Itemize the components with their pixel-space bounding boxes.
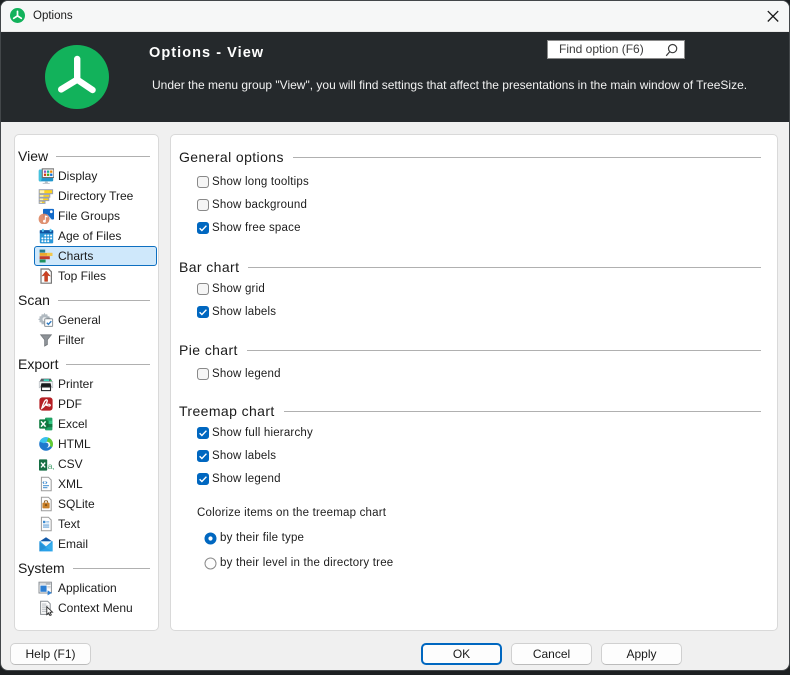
svg-text:a,: a, <box>48 461 54 471</box>
